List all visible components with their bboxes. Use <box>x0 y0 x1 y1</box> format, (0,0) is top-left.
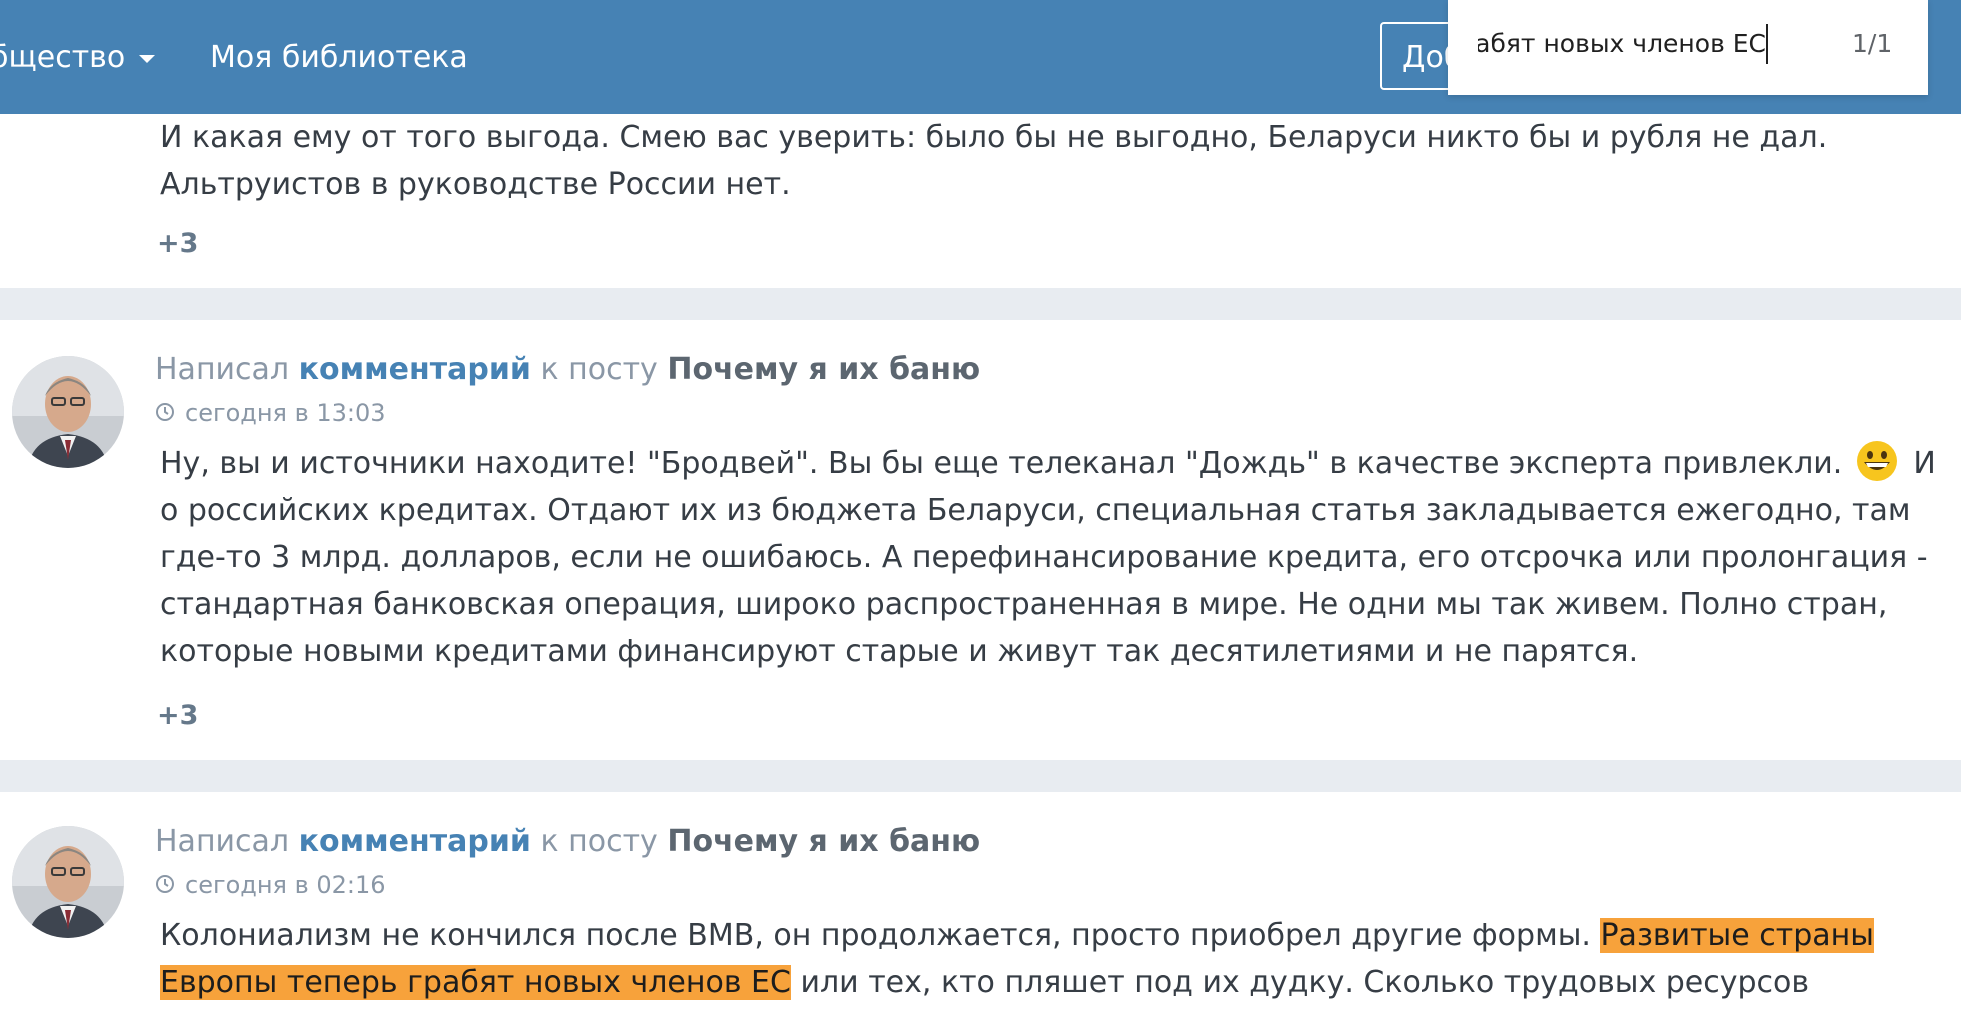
avatar[interactable] <box>12 826 124 938</box>
clock-icon <box>156 403 174 421</box>
grinning-emoji-icon <box>1856 440 1897 481</box>
meta-prefix: Написал <box>155 824 290 859</box>
meta-middle: к посту <box>540 824 658 859</box>
comment-text: И какая ему от того выгода. Смею вас уве… <box>160 120 1828 202</box>
meta-middle: к посту <box>540 352 658 387</box>
nav-my-library[interactable]: Моя библиотека <box>210 38 468 78</box>
find-in-page-bar: ь грабят новых членов ЕС 1/1 <box>1448 0 1928 95</box>
avatar-image <box>12 356 124 468</box>
avatar[interactable] <box>12 356 124 468</box>
comment-card: Написал комментарий к посту Почему я их … <box>0 320 1961 760</box>
page: бщество Моя библиотека Доб ь грабят новы… <box>0 0 1961 1010</box>
post-title-link[interactable]: Почему я их баню <box>667 824 980 859</box>
nav-community-dropdown[interactable]: бщество <box>0 38 156 78</box>
caret-down-icon <box>139 54 156 63</box>
comment-rating[interactable]: +3 <box>157 700 198 731</box>
comment-text: Колониализм не кончился после ВМВ, он пр… <box>160 912 1940 1010</box>
clock-icon <box>156 875 174 893</box>
comment-text: Ну, вы и источники находите! "Бродвей". … <box>160 440 1940 675</box>
meta-prefix: Написал <box>155 352 290 387</box>
find-match-count: 1/1 <box>1852 29 1893 58</box>
comment-text-before: Колониализм не кончился после ВМВ, он пр… <box>160 918 1591 953</box>
comment-text-part1: Ну, вы и источники находите! "Бродвей". … <box>160 446 1843 481</box>
find-input-field[interactable]: ь грабят новых членов ЕС <box>1478 24 1768 64</box>
comment-timestamp: сегодня в 13:03 <box>155 398 386 428</box>
comment-meta: Написал комментарий к посту Почему я их … <box>155 822 980 862</box>
comment-meta: Написал комментарий к посту Почему я их … <box>155 350 980 390</box>
comment-link[interactable]: комментарий <box>299 824 531 859</box>
nav-community-label: бщество <box>0 40 126 75</box>
comment-link[interactable]: комментарий <box>299 352 531 387</box>
avatar-image <box>12 826 124 938</box>
post-title-link[interactable]: Почему я их баню <box>667 352 980 387</box>
comment-card: Написал комментарий к посту Почему я их … <box>0 792 1961 1010</box>
timestamp-text: сегодня в 13:03 <box>185 399 386 427</box>
comment-rating[interactable]: +3 <box>157 228 198 259</box>
comment-timestamp: сегодня в 02:16 <box>155 870 386 900</box>
timestamp-text: сегодня в 02:16 <box>185 871 386 899</box>
find-input-text: ь грабят новых членов ЕС <box>1478 24 1768 64</box>
